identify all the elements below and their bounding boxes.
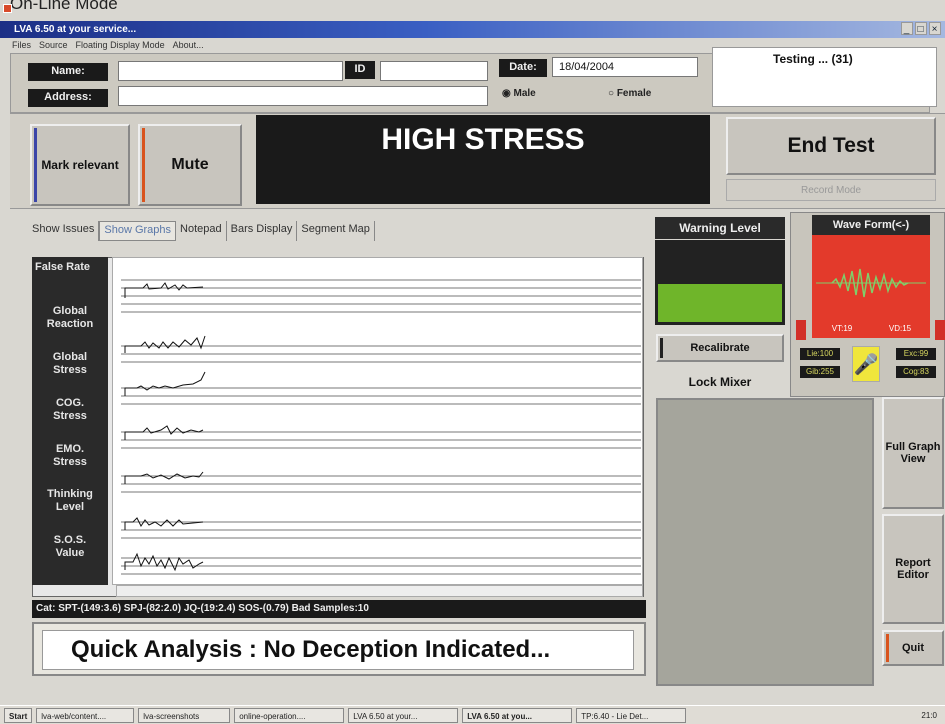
graph-label-cog-stress: COG. Stress	[53, 397, 87, 422]
meter-lie: Lie:100	[800, 348, 840, 360]
waveform-display: VT:19 VD:15	[812, 235, 930, 338]
name-label: Name:	[28, 63, 108, 81]
menu-about[interactable]: About...	[173, 38, 204, 53]
date-field[interactable]: 18/04/2004	[552, 57, 698, 77]
meter-gib: Gib:255	[800, 366, 840, 378]
recalibrate-label: Recalibrate	[690, 342, 750, 354]
mark-relevant-button[interactable]: Mark relevant	[30, 124, 130, 206]
quick-analysis-panel: Quick Analysis : No Deception Indicated.…	[32, 622, 646, 676]
menu-files[interactable]: Files	[12, 38, 31, 53]
meter-cog: Cog:83	[896, 366, 936, 378]
graph-traces	[121, 279, 641, 575]
graph-horizontal-scrollbar[interactable]	[116, 585, 643, 597]
record-mode-button[interactable]: Record Mode	[726, 179, 936, 201]
testing-status: Testing ... (31)	[712, 47, 937, 107]
tab-show-issues[interactable]: Show Issues	[28, 221, 100, 241]
taskbar: Start lva-web/content.... lva-screenshot…	[0, 705, 945, 724]
minimize-button[interactable]: _	[901, 22, 913, 35]
graph-label-global-reaction: Global Reaction	[46, 305, 94, 330]
graph-label-column: False Rate Global Reaction Global Stress…	[32, 257, 108, 585]
name-field[interactable]	[118, 61, 343, 81]
view-tabs: Show Issues Show Graphs Notepad Bars Dis…	[28, 221, 375, 241]
quit-button[interactable]: Quit	[882, 630, 944, 666]
graph-label-thinking-level: Thinking Level	[47, 488, 93, 513]
graph-label-false-rate: False Rate	[35, 261, 91, 273]
page-caption: On-Line Mode	[10, 0, 118, 13]
window-titlebar: LVA 6.50 at your service...	[0, 21, 945, 38]
vt-readout: VT:19	[831, 324, 853, 333]
maximize-button[interactable]: □	[915, 22, 927, 35]
taskbar-item-active[interactable]: LVA 6.50 at you...	[462, 708, 573, 723]
meter-exc: Exc:99	[896, 348, 936, 360]
taskbar-item[interactable]: lva-screenshots	[138, 708, 231, 723]
window-controls: _ □ ×	[901, 22, 941, 35]
clock: 21:0	[921, 710, 937, 720]
quit-label: Quit	[902, 642, 924, 654]
male-label: Male	[513, 88, 536, 99]
system-tray: 21:0	[921, 708, 941, 722]
taskbar-item[interactable]: TP:6.40 - Lie Det...	[576, 708, 687, 723]
taskbar-item[interactable]: LVA 6.50 at your...	[348, 708, 459, 723]
warning-level-title: Warning Level	[655, 217, 785, 239]
id-field[interactable]	[380, 61, 488, 81]
menu-source[interactable]: Source	[39, 38, 68, 53]
status-line: Cat: SPT-(149:3.6) SPJ-(82:2.0) JQ-(19:2…	[32, 600, 646, 618]
mute-button[interactable]: Mute	[138, 124, 242, 206]
warning-level-fill	[658, 283, 782, 322]
tab-bars-display[interactable]: Bars Display	[227, 221, 298, 241]
tab-show-graphs[interactable]: Show Graphs	[99, 221, 177, 241]
stress-banner: HIGH STRESS	[256, 115, 710, 204]
taskbar-item[interactable]: lva-web/content....	[36, 708, 135, 723]
female-label: Female	[616, 88, 652, 99]
end-test-button[interactable]: End Test	[726, 117, 936, 175]
tab-segment-map[interactable]: Segment Map	[297, 221, 375, 241]
mark-relevant-label: Mark relevant	[41, 158, 119, 172]
window-title: LVA 6.50 at your service...	[14, 24, 137, 35]
vd-readout: VD:15	[888, 324, 912, 333]
graph-label-global-stress: Global Stress	[52, 351, 88, 376]
quick-analysis-text: Quick Analysis : No Deception Indicated.…	[42, 630, 634, 670]
mixer-panel	[656, 398, 874, 686]
mute-label: Mute	[171, 156, 209, 173]
taskbar-item[interactable]: online-operation....	[234, 708, 345, 723]
app-icon	[3, 4, 12, 13]
report-editor-button[interactable]: Report Editor	[882, 514, 944, 624]
full-graph-view-button[interactable]: Full Graph View	[882, 397, 944, 509]
graph-label-sos-value: S.O.S. Value	[53, 534, 87, 559]
address-label: Address:	[28, 89, 108, 107]
recalibrate-button[interactable]: Recalibrate	[656, 334, 784, 362]
id-label: ID	[345, 61, 375, 79]
start-button[interactable]: Start	[4, 708, 33, 723]
address-field[interactable]	[118, 86, 488, 106]
tab-notepad[interactable]: Notepad	[176, 221, 227, 241]
graph-plot-area	[112, 257, 643, 585]
waveform-right-level	[935, 320, 945, 340]
lock-mixer-button[interactable]: Lock Mixer	[655, 370, 785, 394]
waveform-left-level	[796, 320, 806, 340]
microphone-icon[interactable]: 🎤	[852, 346, 880, 382]
warning-level-gauge	[655, 240, 785, 325]
close-button[interactable]: ×	[929, 22, 941, 35]
menu-floating-display-mode[interactable]: Floating Display Mode	[76, 38, 165, 53]
date-label: Date:	[499, 59, 547, 77]
gender-male-radio[interactable]: ◉ Male	[502, 88, 536, 99]
gender-female-radio[interactable]: ○ Female	[608, 88, 651, 99]
graph-label-emo-stress: EMO. Stress	[53, 443, 87, 468]
waveform-title: Wave Form(<-)	[812, 215, 930, 235]
